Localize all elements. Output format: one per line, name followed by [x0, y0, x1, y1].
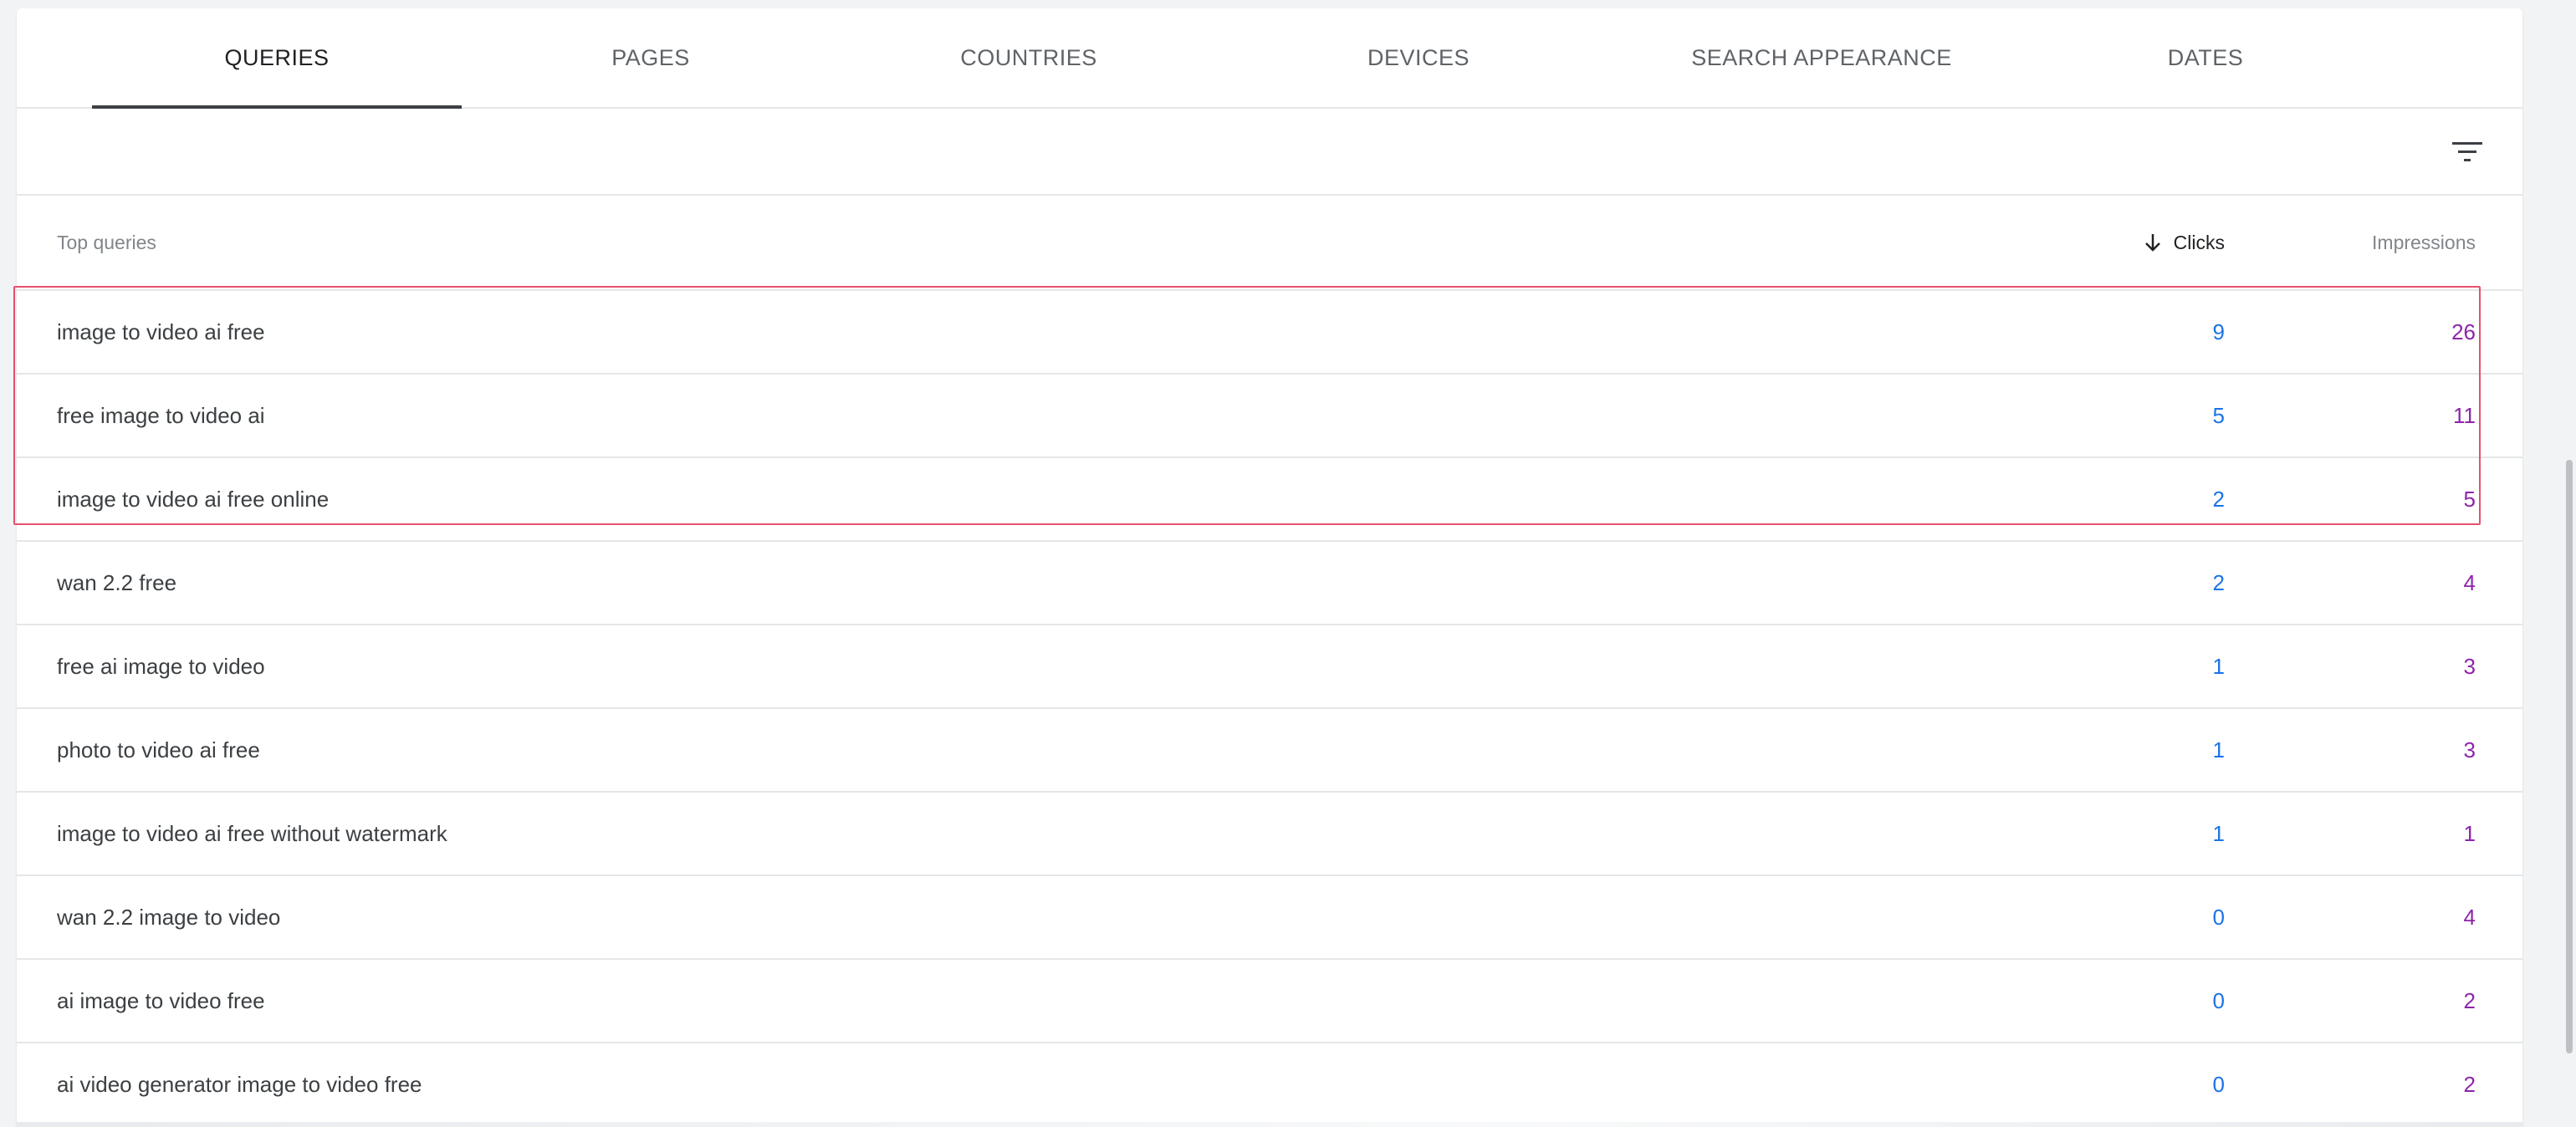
dimension-tabs: QUERIES PAGES COUNTRIES DEVICES SEARCH A…	[17, 8, 2522, 109]
query-cell: image to video ai free without watermark	[57, 820, 447, 846]
query-cell: ai video generator image to video free	[57, 1071, 422, 1097]
clicks-cell: 9	[2212, 319, 2225, 344]
clicks-cell: 5	[2212, 402, 2225, 428]
query-cell: free ai image to video	[57, 653, 265, 679]
filter-button[interactable]	[2446, 130, 2489, 174]
tab-queries[interactable]: QUERIES	[92, 8, 462, 109]
table-row[interactable]: image to video ai free 9 26	[17, 291, 2522, 375]
table-row[interactable]: wan 2.2 image to video 0 4	[17, 876, 2522, 960]
tab-dates[interactable]: DATES	[2024, 8, 2387, 107]
query-cell: ai image to video free	[57, 987, 265, 1013]
query-cell: photo to video ai free	[57, 737, 260, 762]
impressions-cell: 5	[2463, 486, 2476, 512]
table-row[interactable]: free image to video ai 5 11	[17, 375, 2522, 458]
clicks-cell: 1	[2212, 653, 2225, 679]
clicks-cell: 2	[2212, 486, 2225, 512]
tab-dates-label: DATES	[2167, 44, 2244, 70]
table-row[interactable]: ai image to video free 0 2	[17, 960, 2522, 1043]
clicks-cell: 0	[2212, 1071, 2225, 1097]
clicks-cell: 0	[2212, 987, 2225, 1013]
table-body: image to video ai free 9 26 free image to v…	[17, 291, 2522, 1127]
column-header-clicks[interactable]: Clicks	[2144, 196, 2225, 289]
tab-devices-label: DEVICES	[1367, 44, 1470, 70]
impressions-cell: 3	[2463, 737, 2476, 762]
tab-search-appearance[interactable]: SEARCH APPEARANCE	[1619, 8, 2024, 107]
table-row[interactable]: free ai image to video 1 3	[17, 625, 2522, 709]
impressions-cell: 26	[2451, 319, 2476, 344]
tab-countries[interactable]: COUNTRIES	[840, 8, 1218, 107]
impressions-cell: 1	[2463, 820, 2476, 846]
impressions-cell: 11	[2453, 402, 2476, 428]
table-row[interactable]: ai video generator image to video free 0 2	[17, 1043, 2522, 1127]
tab-pages-label: PAGES	[611, 44, 690, 70]
query-cell: image to video ai free	[57, 319, 265, 344]
clicks-cell: 2	[2212, 569, 2225, 595]
arrow-down-icon	[2144, 234, 2160, 252]
tab-pages[interactable]: PAGES	[462, 8, 840, 107]
tab-countries-label: COUNTRIES	[960, 44, 1097, 70]
table-row[interactable]: image to video ai free online 2 5	[17, 458, 2522, 542]
tab-devices[interactable]: DEVICES	[1218, 8, 1619, 107]
query-cell: wan 2.2 image to video	[57, 904, 281, 930]
impressions-cell: 4	[2463, 569, 2476, 595]
impressions-cell: 2	[2463, 1071, 2476, 1097]
table-toolbar	[17, 109, 2522, 196]
clicks-cell: 1	[2212, 820, 2225, 846]
impressions-cell: 2	[2463, 987, 2476, 1013]
table-row[interactable]: image to video ai free without watermark…	[17, 793, 2522, 876]
query-cell: free image to video ai	[57, 402, 265, 428]
query-cell: image to video ai free online	[57, 486, 330, 512]
impressions-cell: 4	[2463, 904, 2476, 930]
tab-search-appearance-label: SEARCH APPEARANCE	[1691, 44, 1952, 70]
page-scrollbar[interactable]	[2563, 0, 2576, 1127]
filter-list-icon	[2452, 142, 2482, 161]
column-header-top-queries: Top queries	[57, 231, 156, 253]
query-cell: wan 2.2 free	[57, 569, 177, 595]
table-row[interactable]: wan 2.2 free 2 4	[17, 542, 2522, 625]
column-header-impressions[interactable]: Impressions	[2372, 196, 2476, 289]
bottom-shadow	[17, 1122, 2522, 1127]
clicks-cell: 0	[2212, 904, 2225, 930]
table-header-row: Top queries Clicks Impressions	[17, 196, 2522, 291]
table-row[interactable]: photo to video ai free 1 3	[17, 709, 2522, 793]
impressions-cell: 3	[2463, 653, 2476, 679]
scrollbar-thumb[interactable]	[2566, 460, 2573, 1053]
clicks-cell: 1	[2212, 737, 2225, 762]
performance-table-card: QUERIES PAGES COUNTRIES DEVICES SEARCH A…	[17, 8, 2522, 1127]
tab-queries-label: QUERIES	[224, 44, 330, 70]
column-header-clicks-label: Clicks	[2173, 231, 2225, 253]
